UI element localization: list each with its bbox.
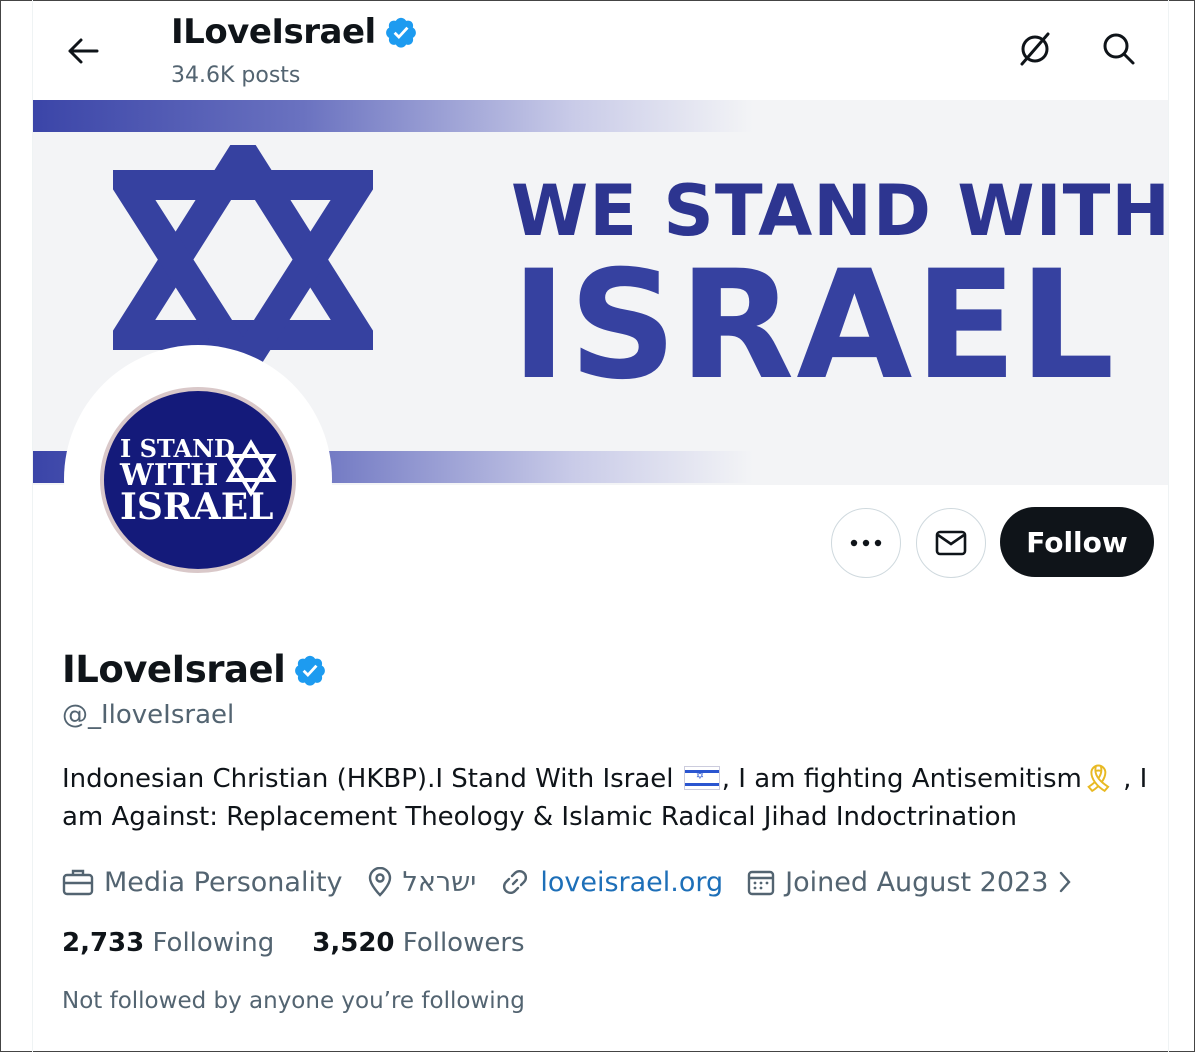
followers-count: 3,520 [312, 928, 395, 958]
grok-button[interactable] [1012, 26, 1058, 72]
location-pin-icon [368, 867, 391, 897]
profile-name-text: ILoveIsrael [62, 648, 286, 691]
mutual-followers-note: Not followed by anyone you’re following [62, 988, 525, 1014]
verified-badge-icon [385, 17, 416, 48]
followers-link[interactable]: 3,520 Followers [312, 928, 524, 958]
follow-counts: 2,733 Following 3,520 Followers [62, 928, 525, 958]
following-link[interactable]: 2,733 Following [62, 928, 274, 958]
more-options-button[interactable] [831, 508, 901, 578]
header-display-name: ILoveIsrael [171, 12, 376, 52]
meta-website: loveisrael.org [500, 867, 723, 898]
banner-subheadline: ISRAEL [511, 239, 1117, 413]
joined-label: Joined August 2023 [785, 866, 1049, 898]
category-label: Media Personality [104, 866, 343, 898]
arrow-left-icon [68, 38, 99, 64]
following-count: 2,733 [62, 928, 145, 958]
column-border-right [1168, 0, 1169, 1052]
meta-category: Media Personality [62, 867, 343, 898]
link-icon [503, 870, 528, 894]
location-label: ישראל [402, 866, 477, 898]
briefcase-icon [62, 869, 94, 896]
calendar-icon [747, 870, 775, 896]
bio-text-2: , I am fighting Antisemitism [721, 764, 1082, 794]
following-label: Following [152, 928, 275, 958]
meta-location: ישראל [367, 866, 477, 898]
banner-stripe-top [33, 100, 933, 132]
avatar[interactable]: I STAND WITH ISRAEL [98, 385, 298, 575]
more-dots-icon [850, 539, 882, 547]
yellow-ribbon-icon: 🎗 [1081, 764, 1115, 794]
followers-label: Followers [402, 928, 525, 958]
header-title: ILoveIsrael [171, 12, 418, 52]
website-link[interactable]: loveisrael.org [540, 867, 723, 898]
follow-button[interactable]: Follow [1000, 507, 1154, 577]
verified-badge-icon[interactable] [293, 653, 327, 687]
bio-text-1: Indonesian Christian (HKBP).I Stand With… [62, 764, 682, 794]
meta-joined[interactable]: Joined August 2023 [747, 867, 1072, 898]
grok-icon [1020, 32, 1050, 66]
profile-bio: Indonesian Christian (HKBP).I Stand With… [62, 760, 1162, 836]
message-button[interactable] [916, 508, 986, 578]
back-button[interactable] [60, 28, 106, 74]
search-button[interactable] [1096, 26, 1142, 72]
post-count: 34.6K posts [171, 63, 301, 88]
chevron-right-icon [1060, 871, 1071, 893]
star-of-david-icon [113, 145, 373, 375]
profile-display-name: ILoveIsrael [62, 648, 327, 691]
profile-handle: @_IloveIsrael [62, 700, 235, 730]
profile-meta: Media Personality ישראל loveisrael.org J… [62, 862, 1096, 902]
search-icon [1103, 33, 1135, 65]
israel-flag-icon: ✡ [683, 766, 720, 790]
envelope-icon [935, 530, 967, 556]
